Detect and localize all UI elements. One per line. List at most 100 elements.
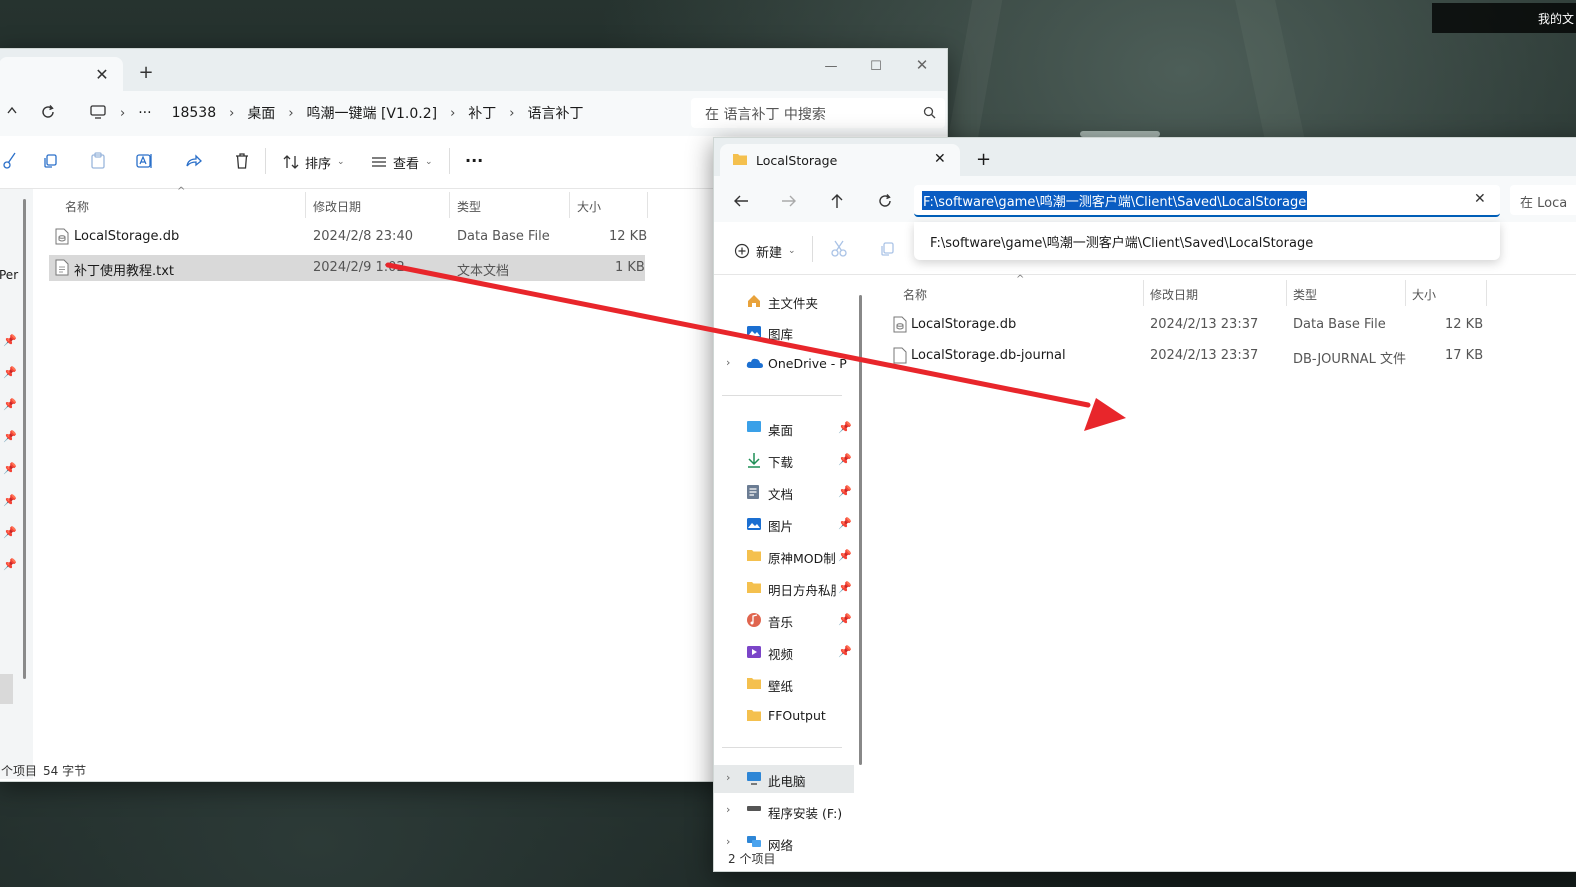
nav-pinned-item[interactable]: 明日方舟私服 📌 bbox=[714, 574, 854, 602]
search-icon[interactable] bbox=[923, 106, 936, 119]
pin-icon[interactable]: 📌 bbox=[838, 613, 852, 626]
pin-icon[interactable]: 📌 bbox=[838, 549, 852, 562]
column-date[interactable]: 修改日期 bbox=[313, 198, 361, 215]
chevron-right-icon[interactable]: › bbox=[726, 835, 730, 848]
nav-pinned-item[interactable]: 原神MOD制 📌 bbox=[714, 542, 854, 570]
breadcrumb-item[interactable]: 补丁 bbox=[458, 103, 506, 123]
column-date[interactable]: 修改日期 bbox=[1150, 286, 1198, 303]
column-size[interactable]: 大小 bbox=[577, 198, 601, 215]
nav-onedrive[interactable]: › OneDrive - P bbox=[714, 350, 854, 378]
chevron-right-icon[interactable]: › bbox=[285, 106, 296, 121]
column-divider[interactable] bbox=[449, 192, 450, 218]
breadcrumb-item[interactable]: 桌面 bbox=[237, 103, 285, 123]
column-divider[interactable] bbox=[569, 192, 570, 218]
chevron-right-icon[interactable]: › bbox=[506, 106, 517, 121]
column-divider[interactable] bbox=[647, 192, 648, 218]
close-tab-icon[interactable]: ✕ bbox=[934, 151, 946, 167]
copy-icon[interactable] bbox=[876, 238, 898, 260]
sort-button[interactable]: 排序 ⌄ bbox=[283, 150, 345, 174]
nav-pinned-item[interactable]: 壁纸 bbox=[714, 670, 854, 698]
chevron-right-icon[interactable]: › bbox=[726, 771, 730, 784]
nav-scrollbar[interactable] bbox=[23, 199, 26, 679]
tab-active[interactable]: ✕ bbox=[0, 57, 123, 91]
delete-icon[interactable] bbox=[231, 150, 253, 172]
column-name[interactable]: 名称 bbox=[65, 198, 89, 215]
breadcrumb-more[interactable]: ··· bbox=[128, 105, 161, 121]
address-suggestion-dropdown[interactable]: F:\software\game\鸣潮一测客户端\Client\Saved\Lo… bbox=[914, 222, 1500, 260]
nav-label: 桌面 bbox=[768, 423, 794, 438]
minimize-button[interactable]: — bbox=[816, 55, 846, 77]
nav-pinned-item[interactable]: FFOutput bbox=[714, 702, 854, 730]
column-divider[interactable] bbox=[305, 192, 306, 218]
nav-scrollbar[interactable] bbox=[859, 295, 862, 765]
paste-icon[interactable] bbox=[87, 150, 109, 172]
forward-arrow-icon[interactable] bbox=[778, 190, 800, 212]
chevron-right-icon[interactable]: › bbox=[447, 106, 458, 121]
chevron-right-icon[interactable]: › bbox=[226, 106, 237, 121]
pin-icon[interactable]: 📌 bbox=[838, 645, 852, 658]
column-size[interactable]: 大小 bbox=[1412, 286, 1436, 303]
up-arrow-icon[interactable] bbox=[1, 103, 23, 125]
breadcrumb-item[interactable]: 语言补丁 bbox=[518, 103, 594, 123]
copy-icon[interactable] bbox=[39, 150, 61, 172]
nav-pinned-item[interactable]: 文档 📌 bbox=[714, 478, 854, 506]
chevron-right-icon[interactable]: › bbox=[726, 356, 730, 369]
pin-icon[interactable]: 📌 bbox=[838, 485, 852, 498]
nav-pinned-item[interactable]: 桌面 📌 bbox=[714, 414, 854, 442]
file-row-selected[interactable]: 补丁使用教程.txt 2024/2/9 1:02 文本文档 1 KB bbox=[49, 255, 645, 281]
breadcrumb-item[interactable]: 鸣潮一键端 [V1.0.2] bbox=[297, 103, 448, 123]
column-type[interactable]: 类型 bbox=[457, 198, 481, 215]
address-suggestion-item[interactable]: F:\software\game\鸣潮一测客户端\Client\Saved\Lo… bbox=[930, 232, 1313, 251]
file-row[interactable]: LocalStorage.db 2024/2/8 23:40 Data Base… bbox=[49, 224, 647, 250]
column-divider[interactable] bbox=[1286, 280, 1287, 306]
nav-fragment-label[interactable]: Per bbox=[0, 268, 18, 282]
chevron-right-icon[interactable]: › bbox=[726, 803, 730, 816]
file-row[interactable]: LocalStorage.db-journal 2024/2/13 23:37 … bbox=[889, 343, 1489, 369]
refresh-icon[interactable] bbox=[874, 190, 896, 212]
pin-icon[interactable]: 📌 bbox=[838, 453, 852, 466]
pin-icon[interactable]: 📌 bbox=[838, 421, 852, 434]
file-size: 17 KB bbox=[1445, 348, 1484, 363]
add-tab-icon[interactable]: + bbox=[137, 62, 155, 83]
address-bar-input[interactable]: F:\software\game\鸣潮一测客户端\Client\Saved\Lo… bbox=[914, 185, 1500, 217]
nav-drive-f[interactable]: › 程序安装 (F:) bbox=[714, 797, 854, 825]
pin-icon[interactable]: 📌 bbox=[838, 581, 852, 594]
breadcrumb-item[interactable]: 18538 bbox=[162, 105, 227, 121]
nav-pinned-item[interactable]: 图片 📌 bbox=[714, 510, 854, 538]
nav-gallery[interactable]: 图库 bbox=[714, 318, 854, 346]
back-arrow-icon[interactable] bbox=[730, 190, 752, 212]
refresh-icon[interactable] bbox=[37, 101, 59, 123]
file-row[interactable]: LocalStorage.db 2024/2/13 23:37 Data Bas… bbox=[889, 312, 1489, 338]
nav-pinned-item[interactable]: 音乐 📌 bbox=[714, 606, 854, 634]
nav-home[interactable]: 主文件夹 bbox=[714, 287, 854, 315]
view-button[interactable]: 查看 ⌄ bbox=[371, 150, 433, 174]
cut-icon[interactable] bbox=[828, 238, 850, 260]
column-type[interactable]: 类型 bbox=[1293, 286, 1317, 303]
search-input[interactable]: 在 Loca bbox=[1510, 185, 1576, 215]
nav-this-pc[interactable]: › 此电脑 bbox=[714, 765, 854, 793]
more-options-button[interactable]: ··· bbox=[465, 148, 483, 172]
rename-icon[interactable] bbox=[134, 150, 156, 172]
tab-localstorage[interactable]: LocalStorage ✕ bbox=[720, 144, 960, 176]
add-tab-icon[interactable]: + bbox=[976, 149, 991, 170]
gallery-icon bbox=[746, 324, 762, 340]
column-divider[interactable] bbox=[1143, 280, 1144, 306]
column-divider[interactable] bbox=[1486, 280, 1487, 306]
column-name[interactable]: 名称 bbox=[903, 286, 927, 303]
share-icon[interactable] bbox=[183, 150, 205, 172]
new-button[interactable]: 新建 ⌄ bbox=[734, 239, 796, 263]
column-divider[interactable] bbox=[1405, 280, 1406, 306]
cut-icon[interactable] bbox=[0, 150, 21, 172]
nav-selected-item[interactable] bbox=[0, 674, 13, 704]
close-window-button[interactable]: ✕ bbox=[907, 54, 937, 76]
close-tab-icon[interactable]: ✕ bbox=[93, 65, 111, 84]
nav-pinned-item[interactable]: 视频 📌 bbox=[714, 638, 854, 666]
nav-pinned-item[interactable]: 下载 📌 bbox=[714, 446, 854, 474]
up-arrow-icon[interactable] bbox=[826, 190, 848, 212]
chevron-right-icon[interactable]: › bbox=[117, 106, 128, 121]
clear-address-icon[interactable]: ✕ bbox=[1474, 191, 1486, 207]
maximize-button[interactable]: ☐ bbox=[861, 55, 891, 77]
pin-icon[interactable]: 📌 bbox=[838, 517, 852, 530]
search-input[interactable]: 在 语言补丁 中搜索 bbox=[691, 98, 945, 128]
this-pc-icon[interactable] bbox=[87, 101, 109, 123]
